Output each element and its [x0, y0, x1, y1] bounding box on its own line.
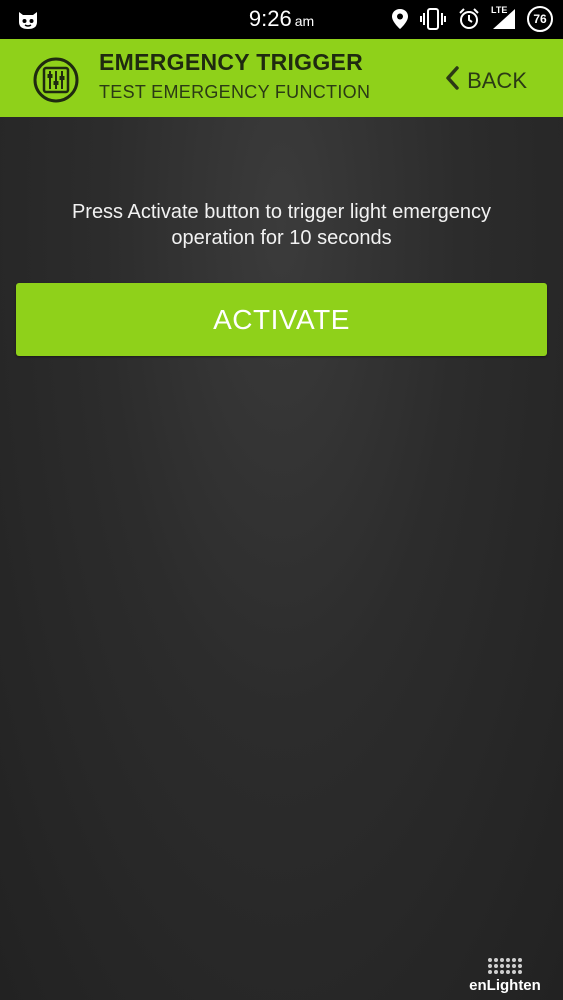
battery-icon: 76: [527, 6, 553, 32]
vibrate-icon: [419, 8, 447, 30]
page-title: EMERGENCY TRIGGER: [99, 49, 364, 75]
status-bar: 9:26 am LTE 76: [0, 0, 563, 39]
brand-dots-icon: [465, 958, 545, 974]
brand-logo: enLighten: [465, 958, 545, 994]
status-icons: LTE 76: [391, 5, 553, 33]
chevron-left-icon: [445, 66, 459, 96]
clock-ampm: am: [294, 13, 315, 29]
sliders-icon: [32, 56, 80, 104]
brand-wordmark: enLighten: [469, 977, 541, 994]
main-content: Press Activate button to trigger light e…: [0, 117, 563, 1000]
page-subtitle: TEST EMERGENCY FUNCTION: [99, 82, 371, 102]
header-bar: EMERGENCY TRIGGER TEST EMERGENCY FUNCTIO…: [0, 39, 563, 117]
location-icon: [391, 8, 409, 30]
clock-time: 9:26: [248, 6, 292, 31]
signal-icon: LTE: [491, 5, 517, 31]
instructions-text: Press Activate button to trigger light e…: [71, 201, 492, 249]
activate-button[interactable]: ACTIVATE: [16, 283, 547, 356]
alarm-icon: [457, 7, 481, 31]
back-label: BACK: [467, 68, 527, 93]
back-button[interactable]: BACK: [445, 66, 527, 96]
network-label: LTE: [491, 5, 508, 15]
